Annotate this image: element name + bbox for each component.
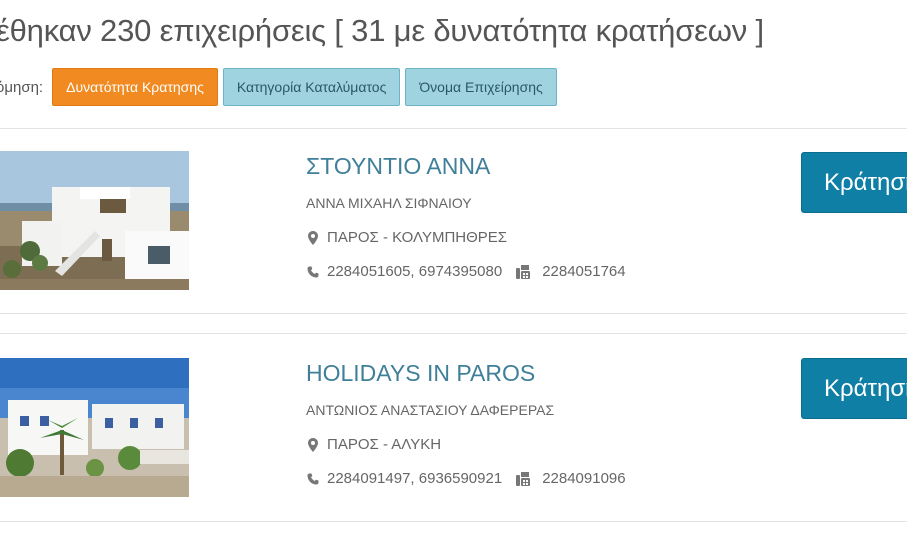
sort-label: όμηση: [0, 78, 44, 96]
listing-title-link[interactable]: HOLIDAYS IN PAROS [306, 360, 535, 387]
sort-bar: όμηση: Δυνατότητα Κρατησης Κατηγορία Κατ… [0, 68, 562, 106]
book-button[interactable]: Κράτηση [801, 358, 907, 419]
listing-owner: ΑΝΤΩΝΙΟΣ ΑΝΑΣΤΑΣΙΟΥ ΔΑΦΕΡΕΡΑΣ [306, 402, 555, 418]
phone-numbers: 2284091497, 6936590921 [327, 470, 503, 487]
listing-photo[interactable] [0, 151, 189, 290]
listing-item: ΣΤΟΥΝΤΙΟ ΑΝΝΑ ΑΝΝΑ ΜΙΧΑΗΛ ΣΙΦΝΑΙΟΥ ΠΑΡΟΣ… [0, 129, 907, 309]
book-button[interactable]: Κράτηση [801, 152, 907, 213]
listing-owner: ΑΝΝΑ ΜΙΧΑΗΛ ΣΙΦΝΑΙΟΥ [306, 195, 472, 211]
location-text: ΠΑΡΟΣ - ΚΟΛΥΜΠΗΘΡΕΣ [327, 229, 508, 246]
listing-location: ΠΑΡΟΣ - ΚΟΛΥΜΠΗΘΡΕΣ [306, 229, 507, 246]
map-marker-icon [306, 230, 320, 245]
listing-contacts: 2284091497, 6936590921 2284091096 [306, 470, 626, 487]
sort-by-name-button[interactable]: Όνομα Επιχείρησης [405, 68, 557, 106]
results-count-heading: έθηκαν 230 επιχειρήσεις [ 31 με δυνατότη… [0, 13, 764, 48]
listing-contacts: 2284051605, 6974395080 2284051764 [306, 263, 626, 280]
phone-icon [306, 472, 320, 486]
fax-number: 2284051764 [542, 263, 626, 280]
divider [0, 333, 907, 334]
studio-anna-photo [0, 151, 189, 290]
location-text: ΠΑΡΟΣ - ΑΛΥΚΗ [327, 436, 442, 453]
sort-by-category-button[interactable]: Κατηγορία Καταλύματος [222, 68, 401, 106]
phone-icon [306, 265, 320, 279]
map-marker-icon [306, 437, 320, 452]
listing-photo[interactable] [0, 358, 189, 497]
divider [0, 313, 907, 314]
phone-numbers: 2284051605, 6974395080 [327, 263, 503, 280]
fax-icon [516, 264, 531, 279]
fax-icon [516, 471, 531, 486]
listing-location: ΠΑΡΟΣ - ΑΛΥΚΗ [306, 436, 441, 453]
listing-title-link[interactable]: ΣΤΟΥΝΤΙΟ ΑΝΝΑ [306, 153, 490, 180]
divider [0, 521, 907, 522]
listing-item: HOLIDAYS IN PAROS ΑΝΤΩΝΙΟΣ ΑΝΑΣΤΑΣΙΟΥ ΔΑ… [0, 336, 907, 516]
fax-number: 2284091096 [542, 470, 626, 487]
search-results-page: έθηκαν 230 επιχειρήσεις [ 31 με δυνατότη… [0, 0, 907, 536]
sort-by-booking-button[interactable]: Δυνατότητα Κρατησης [52, 68, 218, 106]
holidays-in-paros-photo [0, 358, 189, 497]
